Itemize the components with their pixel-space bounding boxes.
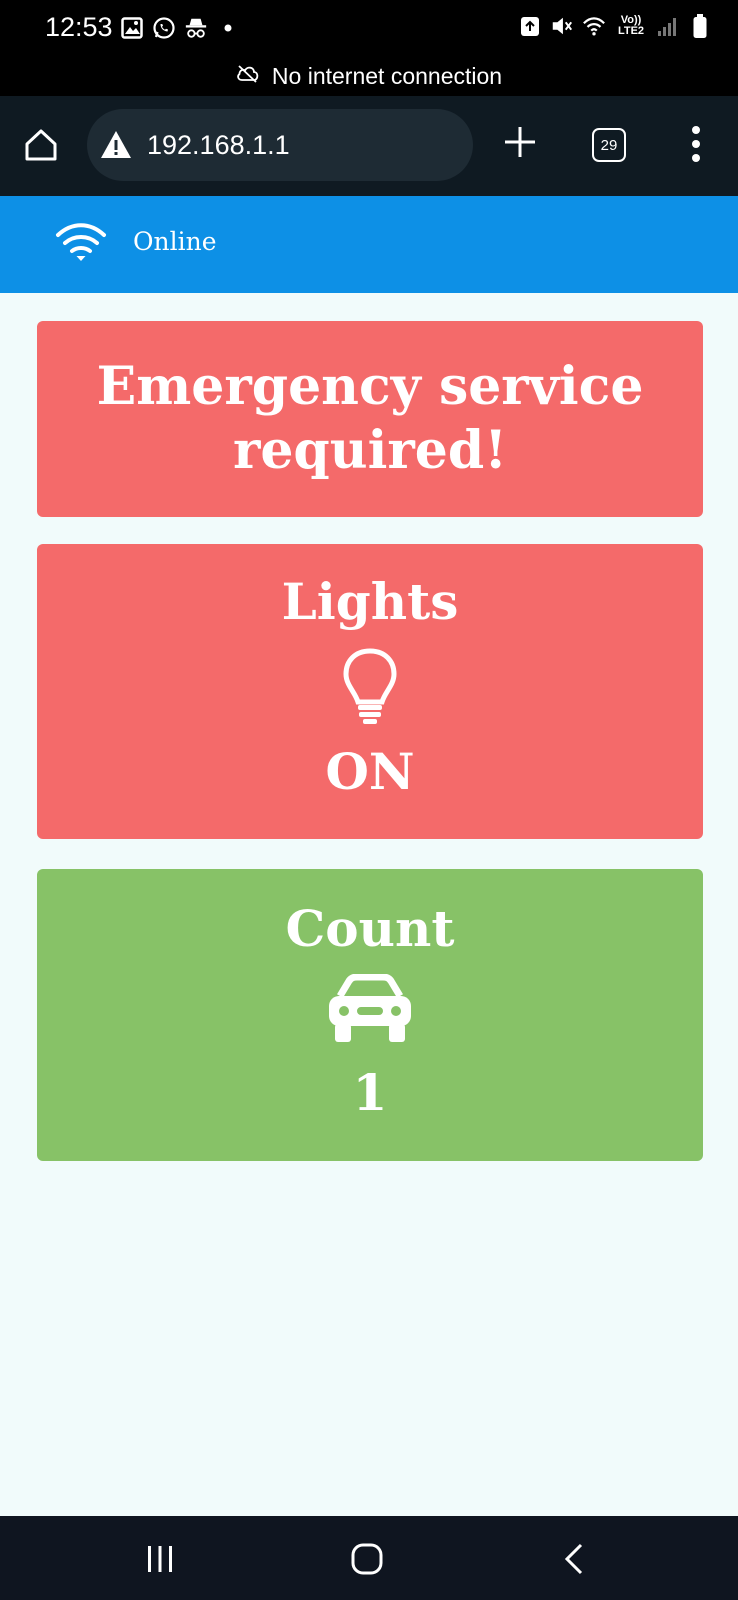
whatsapp-icon xyxy=(152,16,176,40)
incognito-icon xyxy=(184,16,208,40)
status-bar: 12:53 Vo)) LTE2 xyxy=(0,0,738,56)
lightbulb-icon xyxy=(342,647,398,731)
lights-value: ON xyxy=(325,742,415,801)
recent-apps-icon[interactable] xyxy=(146,1544,174,1574)
network-label: Vo)) LTE2 xyxy=(617,14,645,37)
offline-text: No internet connection xyxy=(271,62,503,89)
wifi-status-icon xyxy=(582,14,606,38)
cloud-off-icon xyxy=(236,63,260,90)
offline-notice: No internet connection xyxy=(0,56,738,96)
count-card: Count 1 xyxy=(37,869,703,1161)
battery-saver-icon xyxy=(518,14,542,38)
url-text[interactable]: 192.168.1.1 xyxy=(147,130,290,161)
browser-toolbar: 192.168.1.1 29 xyxy=(0,96,738,196)
lights-card: Lights ON xyxy=(37,544,703,839)
mute-icon xyxy=(550,14,574,38)
alert-text: Emergency service required! xyxy=(96,356,644,481)
wifi-icon xyxy=(55,220,107,264)
warning-icon[interactable] xyxy=(99,128,133,162)
tab-count-button[interactable]: 29 xyxy=(592,128,626,162)
system-navigation-bar xyxy=(0,1516,738,1600)
dot-icon xyxy=(216,16,240,40)
count-value: 1 xyxy=(352,1063,388,1122)
home-icon[interactable] xyxy=(22,126,60,164)
address-bar[interactable]: 192.168.1.1 xyxy=(87,109,473,181)
emergency-alert-card: Emergency service required! xyxy=(37,321,703,517)
home-button-icon[interactable] xyxy=(350,1542,384,1576)
new-tab-icon[interactable] xyxy=(502,124,538,160)
connection-header: Online xyxy=(0,196,738,293)
connection-status: Online xyxy=(133,227,217,256)
battery-icon xyxy=(688,14,712,38)
lights-title: Lights xyxy=(281,572,459,631)
signal-icon xyxy=(656,14,680,38)
status-right-icons: Vo)) LTE2 xyxy=(518,14,712,38)
back-icon[interactable] xyxy=(562,1542,586,1576)
more-menu-icon[interactable] xyxy=(688,124,704,164)
status-left-icons xyxy=(120,16,240,40)
status-time: 12:53 xyxy=(45,12,113,42)
gallery-icon xyxy=(120,16,144,40)
count-title: Count xyxy=(285,899,455,958)
car-icon xyxy=(325,973,415,1048)
web-page: Online Emergency service required! Light… xyxy=(0,196,738,1516)
